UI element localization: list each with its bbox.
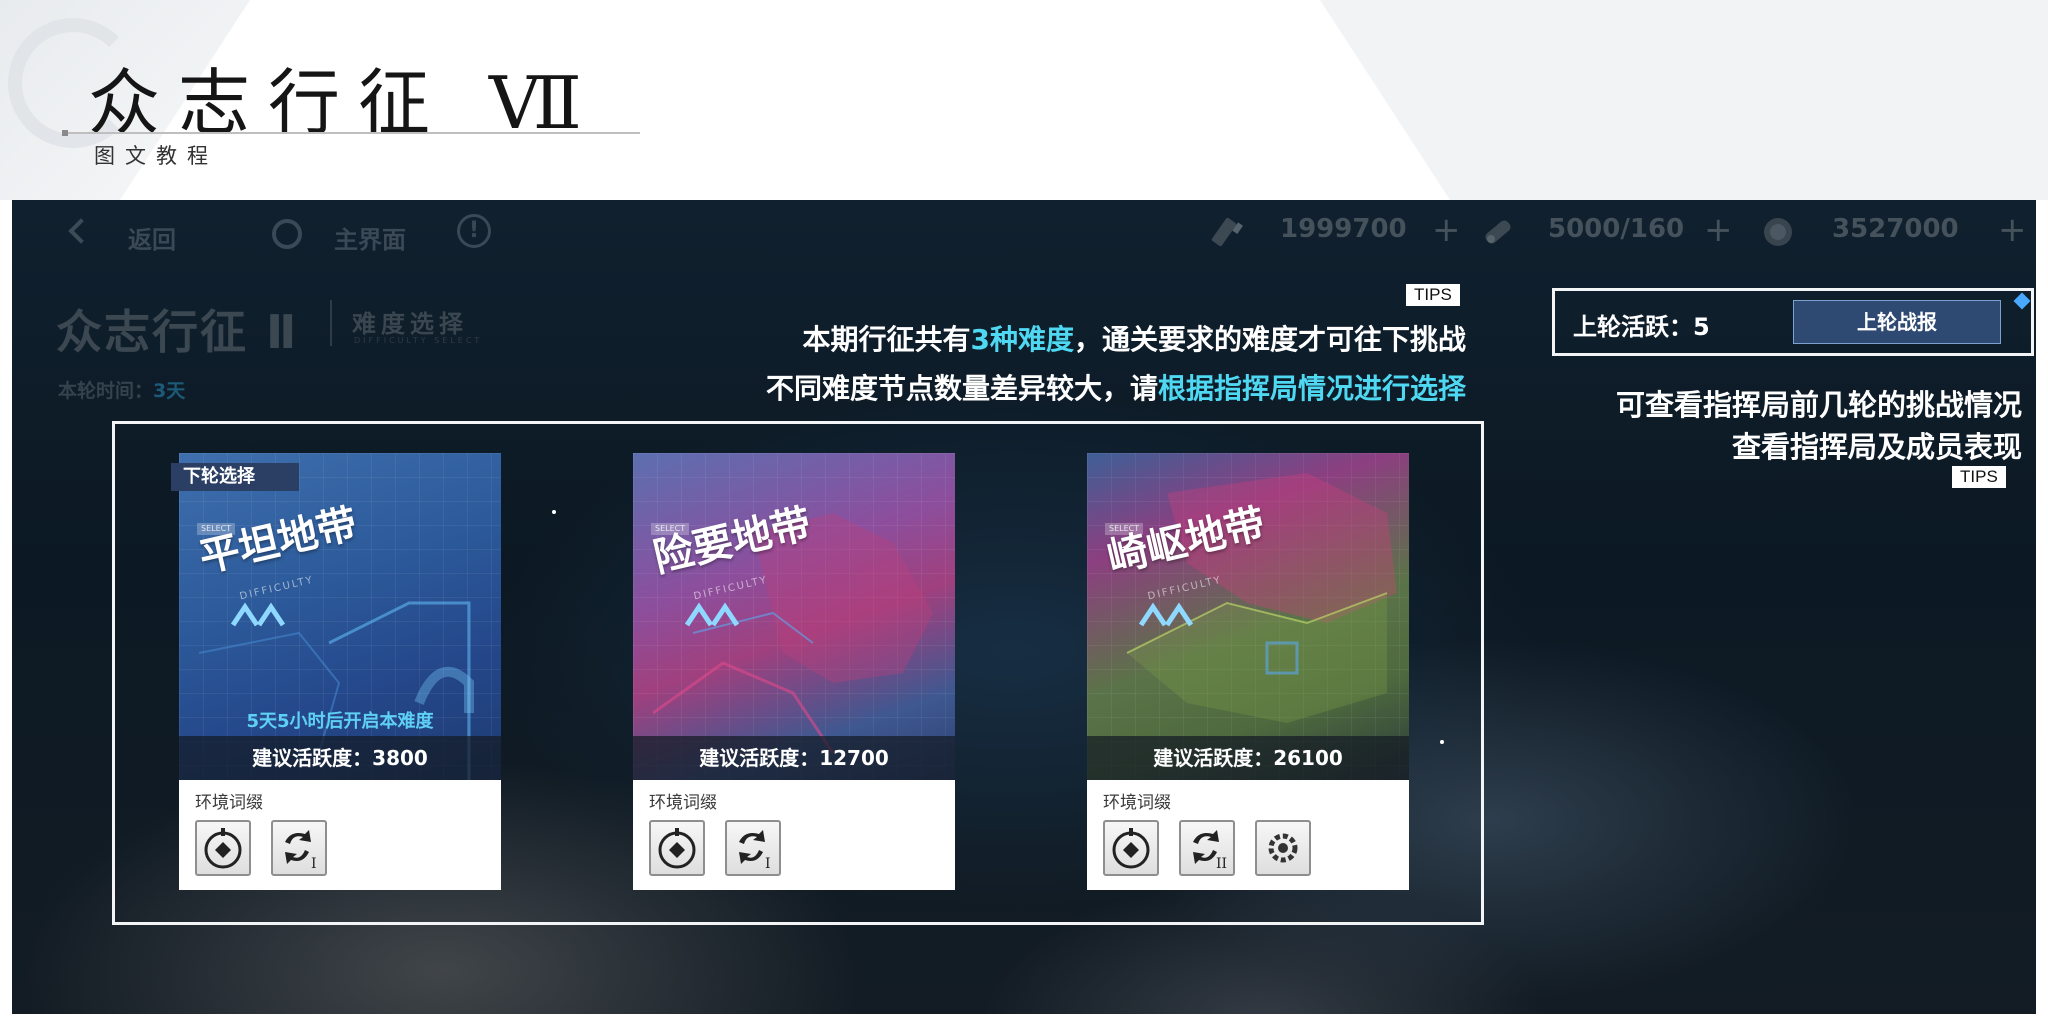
tips-line-1: 本期行征共有3种难度，通关要求的难度才可往下挑战 [802,318,1466,358]
home-icon[interactable] [272,219,302,249]
fuel-add-button[interactable]: + [1432,210,1461,250]
coin-add-button[interactable]: + [1998,210,2027,250]
round-time-label: 本轮时间： [58,380,154,402]
tips-line-1-pre: 本期行征共有 [802,323,971,356]
info-icon[interactable]: ! [457,214,491,248]
difficulty-arrows-icon [684,602,740,627]
env-affix-panel: 环境词缀 I [633,780,955,890]
recycle-level-1-icon[interactable]: I [725,820,781,876]
env-affix-panel: 环境词缀 II [1087,780,1409,890]
svg-text:II: II [1216,856,1227,872]
last-round-report-panel: 上轮活跃：5 上轮战报 [1552,288,2034,356]
card-suggested-activity: 建议活跃度：12700 [633,736,955,780]
card-art: SELECT 平坦地带 DIFFICULTY 5天5小时后开启本难度 建议活跃度… [179,453,501,780]
robot-head-icon[interactable] [649,820,705,876]
back-chevron-icon[interactable] [68,218,94,244]
top-bar: 返回 主界面 ! 1999700 + 5000/160 + 3527000 + [12,200,2036,264]
mode-subtitle-en: DIFFICULTY SELECT [354,336,483,345]
robot-head-icon[interactable] [1103,820,1159,876]
mode-title: 众志行征 Ⅱ [56,305,299,359]
robot-head-icon[interactable] [195,820,251,876]
difficulty-arrows-icon [1138,602,1194,627]
supply-icon [1485,220,1511,244]
gear-core-icon[interactable] [1255,820,1311,876]
sparkle-dot [552,510,556,514]
next-round-badge: 下轮选择 [171,463,299,491]
card-suggested-activity: 建议活跃度：3800 [179,736,501,780]
header-decor-right [1320,0,2048,200]
difficulty-arrows-icon [230,602,286,627]
tips-line-1-post: ，通关要求的难度才可往下挑战 [1073,323,1466,356]
difficulty-card-rugged[interactable]: SELECT 崎岖地带 DIFFICULTY 建议活跃度：26100 环境词缀 … [1087,453,1409,890]
difficulty-card-flat[interactable]: SELECT 平坦地带 DIFFICULTY 5天5小时后开启本难度 建议活跃度… [171,453,501,890]
last-activity-label: 上轮活跃：5 [1573,313,1710,341]
env-affix-label: 环境词缀 [195,793,263,813]
tips-right-line-1: 可查看指挥局前几轮的挑战情况 [1615,388,2022,422]
coin-value: 3527000 [1832,214,1959,244]
env-affix-panel: 环境词缀 I [179,780,501,890]
card-suggested-activity: 建议活跃度：26100 [1087,736,1409,780]
card-art: SELECT 险要地带 DIFFICULTY 建议活跃度：12700 [633,453,955,780]
supply-add-button[interactable]: + [1704,210,1733,250]
last-round-report-button[interactable]: 上轮战报 [1793,300,2001,344]
game-screenshot: 返回 主界面 ! 1999700 + 5000/160 + 3527000 + [12,200,2036,1014]
sparkle-dot [1440,740,1444,744]
card-unlock-note: 5天5小时后开启本难度 [246,711,434,732]
recycle-level-2-icon[interactable]: II [1179,820,1235,876]
tips-tag-left: TIPS [1406,284,1460,306]
title-divider [64,132,640,134]
report-diamond-icon [2013,292,2031,310]
difficulty-card-risky[interactable]: SELECT 险要地带 DIFFICULTY 建议活跃度：12700 环境词缀 … [633,453,955,890]
mode-divider [330,300,332,346]
fuel-icon [1211,217,1244,247]
tips-right-line-2: 查看指挥局及成员表现 [1731,430,2022,464]
round-time: 本轮时间：3天 [58,376,185,403]
fuel-value: 1999700 [1280,214,1407,244]
tips-line-2-pre: 不同难度节点数量差异较大，请 [765,372,1158,405]
supply-value: 5000/160 [1548,214,1685,244]
home-button[interactable]: 主界面 [334,220,406,255]
tutorial-slide: 众志行征 Ⅶ 图文教程 返回 主界面 ! 1999700 + 5000/160 … [0,0,2048,1024]
tips-line-2-highlight: 根据指挥局情况进行选择 [1157,372,1466,405]
card-art: SELECT 崎岖地带 DIFFICULTY 建议活跃度：26100 [1087,453,1409,780]
env-affix-label: 环境词缀 [1103,793,1171,813]
env-affix-label: 环境词缀 [649,793,717,813]
recycle-level-1-icon[interactable]: I [271,820,327,876]
svg-text:I: I [311,856,317,872]
back-button[interactable]: 返回 [128,220,176,255]
coin-icon [1764,218,1792,246]
mode-subtitle: 难度选择 [352,310,468,338]
round-time-value: 3天 [153,380,186,402]
slide-subtitle: 图文教程 [94,144,218,168]
tips-tag-right: TIPS [1952,466,2006,488]
svg-text:I: I [765,856,771,872]
tips-line-2: 不同难度节点数量差异较大，请根据指挥局情况进行选择 [766,367,1466,407]
title-divider-dot [62,130,68,136]
tips-line-1-highlight: 3种难度 [970,323,1074,356]
